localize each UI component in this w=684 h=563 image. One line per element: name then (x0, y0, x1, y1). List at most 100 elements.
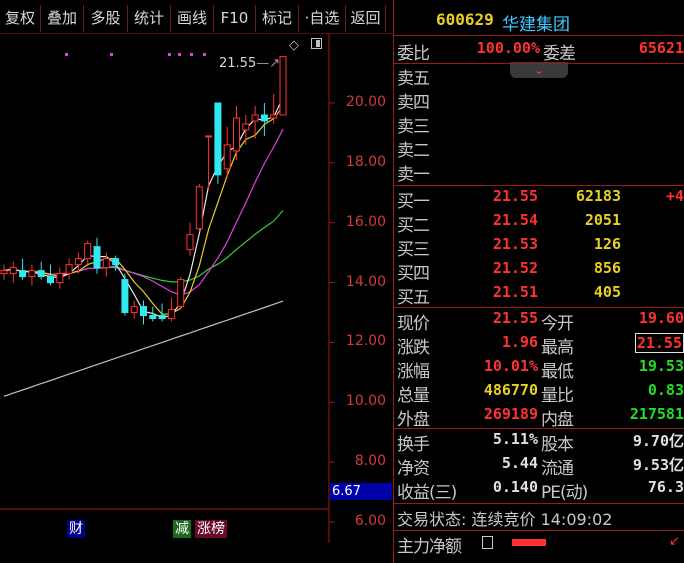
candle-body (223, 144, 231, 170)
stat-value: 9.53亿 (632, 456, 684, 474)
stat-value: 5.44 (501, 454, 538, 472)
sell-label: 卖四 (397, 93, 430, 113)
buy-volume: 62183 (575, 187, 621, 205)
stat-label: 最低 (541, 362, 574, 382)
rank-event-tag[interactable]: 涨榜 (195, 520, 227, 538)
mark-button[interactable]: 标记 (256, 5, 299, 32)
candle-body (279, 56, 287, 116)
trade-status-row: 交易状态: 连续竞价 14:09:02 (394, 506, 684, 530)
signal-dot (203, 53, 206, 56)
last-value-marker: 6.67 (330, 483, 392, 500)
sell-label: 卖二 (397, 141, 430, 161)
stat-label: 量比 (541, 386, 574, 406)
candle-body (112, 258, 120, 266)
stat-value: 1.96 (501, 333, 538, 351)
stat-value: 21.55 (634, 333, 684, 353)
stock-terminal: 复权 叠加 多股 统计 画线 F10 标记 ·自选 返回 ◇ 21.55—↗ 2… (0, 0, 684, 563)
quote-panel: 600629 华建集团 委比 100.00% 委差 65621 ⌄ 卖五 卖四 … (393, 0, 684, 563)
sell-row: 卖二 (394, 136, 684, 161)
weibi-value: 100.00% (476, 39, 540, 57)
stat-label: 收益(三) (397, 483, 457, 503)
sell-row: 卖一 (394, 160, 684, 185)
price-label: 16.00 (345, 214, 386, 230)
stat-row: 涨跌 1.96 最高 21.55 (394, 333, 684, 358)
candle-body (9, 267, 17, 275)
signal-dot (110, 53, 113, 56)
stat-value: 21.55 (492, 309, 538, 327)
candle-body (56, 273, 64, 284)
buy-row: 买三 21.53 126 (394, 235, 684, 260)
fuquan-button[interactable]: 复权 (0, 5, 41, 32)
back-button[interactable]: 返回 (346, 5, 386, 32)
diamond-icon[interactable]: ◇ (289, 38, 299, 53)
stat-label: 总量 (397, 386, 430, 406)
draw-line-button[interactable]: 画线 (171, 5, 214, 32)
candle-body (37, 270, 45, 278)
candle-body (140, 306, 147, 317)
weibi-row: 委比 100.00% 委差 65621 (394, 39, 684, 64)
candle-body (47, 276, 54, 284)
list-icon[interactable] (482, 536, 493, 549)
stat-label: 现价 (397, 314, 430, 334)
stat-row: 收益(三) 0.140 PE(动) 76.3 (394, 478, 684, 503)
reduce-event-tag[interactable]: 减 (173, 520, 191, 538)
candle-body (233, 117, 240, 152)
net-inflow-bar (512, 539, 546, 546)
stat-value: 19.60 (638, 309, 684, 327)
candle-body (167, 309, 175, 319)
weicha-value: 65621 (638, 39, 684, 57)
candle-body (251, 114, 259, 122)
watchlist-button[interactable]: ·自选 (299, 5, 346, 32)
candle-body (121, 279, 129, 314)
stat-label: 换手 (397, 435, 430, 455)
window-toggle-icon[interactable] (311, 38, 322, 49)
price-label: 8.00 (354, 453, 386, 469)
weibi-label: 委比 (397, 44, 430, 64)
buy-label: 买四 (397, 264, 430, 284)
price-label: 20.00 (345, 94, 386, 110)
buy-price: 21.53 (492, 235, 538, 253)
candle-body (186, 234, 194, 251)
stat-row: 净资 5.44 流通 9.53亿 (394, 454, 684, 479)
f10-button[interactable]: F10 (214, 5, 256, 32)
stat-value: 217581 (629, 405, 684, 423)
multi-stock-button[interactable]: 多股 (84, 5, 128, 32)
ma10-line (3, 128, 284, 296)
buy-volume: 856 (593, 259, 621, 277)
stat-label: 今开 (541, 314, 574, 334)
stat-row: 总量 486770 量比 0.83 (394, 381, 684, 406)
buy-label: 买三 (397, 240, 430, 260)
stat-value: 76.3 (647, 478, 684, 496)
signal-dot (190, 53, 193, 56)
price-label: 12.00 (345, 333, 386, 349)
stock-header: 600629 华建集团 (394, 10, 684, 35)
signal-dot (65, 53, 68, 56)
price-label: 10.00 (345, 393, 386, 409)
buy-row: 买五 21.51 405 (394, 283, 684, 308)
sell-row: 卖三 (394, 112, 684, 137)
finance-event-tag[interactable]: 财 (67, 520, 85, 538)
stat-row: 涨幅 10.01% 最低 19.53 (394, 357, 684, 382)
sell-row: 卖五 (394, 64, 684, 89)
candle-body (158, 315, 166, 319)
stat-label: 净资 (397, 459, 430, 479)
stat-value: 486770 (483, 381, 538, 399)
arrow-icon[interactable]: ↙ (669, 534, 680, 549)
candle-body (102, 258, 110, 269)
stat-row: 现价 21.55 今开 19.60 (394, 309, 684, 334)
statistics-button[interactable]: 统计 (128, 5, 171, 32)
candle-body (93, 246, 101, 269)
overlay-button[interactable]: 叠加 (41, 5, 84, 32)
sell-label: 卖三 (397, 117, 430, 137)
buy-change: +4 (665, 187, 684, 205)
candle-body (84, 243, 92, 260)
candle-body (19, 270, 27, 278)
stat-value: 9.70亿 (632, 432, 684, 450)
stat-label: 内盘 (541, 410, 574, 430)
trade-status: 交易状态: 连续竞价 14:09:02 (397, 510, 613, 529)
chart-toolbar: 复权 叠加 多股 统计 画线 F10 标记 ·自选 返回 (0, 5, 392, 32)
stock-code: 600629 (436, 10, 494, 29)
candle-body (130, 306, 138, 314)
candle-body (65, 264, 73, 275)
weicha-label: 委差 (543, 44, 576, 64)
